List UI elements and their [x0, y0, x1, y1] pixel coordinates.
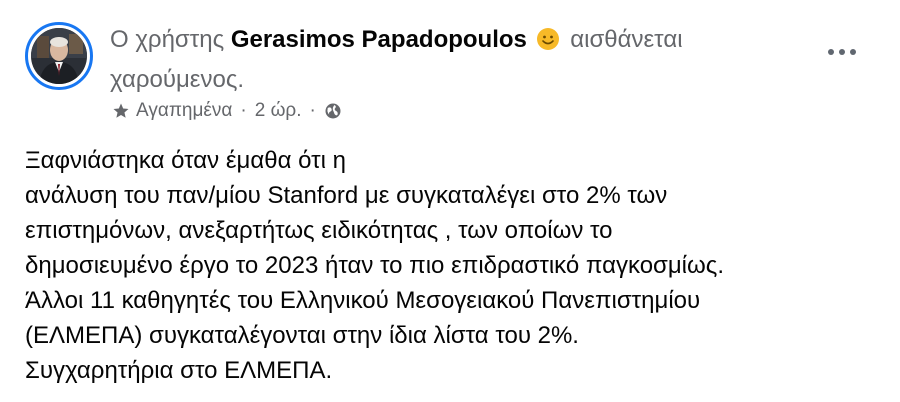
post-body: Ξαφνιάστηκα όταν έμαθα ότι η ανάλυση του…	[25, 143, 885, 388]
author-name-link[interactable]: Gerasimos Papadopoulos	[231, 26, 527, 53]
avatar[interactable]	[25, 22, 93, 90]
more-dot	[828, 49, 834, 55]
post-text-line: ανάλυση του παν/μίου Stanford με συγκατα…	[25, 182, 668, 209]
more-dot	[839, 49, 845, 55]
facebook-post: Ο χρήστης Gerasimos Papadopoulos αισθάνε…	[0, 0, 900, 402]
post-meta: Αγαπημένα · 2 ώρ. ·	[112, 96, 342, 126]
post-text-line: Συγχαρητήρια στο ΕΛΜΕΠΑ.	[25, 357, 333, 384]
post-text-line: δημοσιευμένο έργο το 2023 ήταν το πιο επ…	[25, 252, 724, 279]
more-dot	[850, 49, 856, 55]
profile-photo	[31, 28, 87, 84]
post-timestamp-link[interactable]: 2 ώρ.	[255, 96, 302, 126]
meta-separator: ·	[309, 100, 316, 121]
globe-icon[interactable]	[324, 102, 342, 120]
post-text-line: Ξαφνιάστηκα όταν έμαθα ότι η	[25, 147, 346, 174]
post-text-line: Άλλοι 11 καθηγητές του Ελληνικού Μεσογει…	[25, 287, 701, 314]
post-text-line: επιστημόνων, ανεξαρτήτως ειδικότητας , τ…	[25, 217, 613, 244]
star-icon	[112, 102, 130, 120]
meta-separator: ·	[240, 100, 247, 121]
audience-label[interactable]: Αγαπημένα	[136, 96, 232, 126]
post-header: Ο χρήστης Gerasimos Papadopoulos αισθάνε…	[110, 22, 810, 98]
smiley-face-icon	[536, 26, 560, 62]
header-prefix: Ο χρήστης	[110, 26, 225, 53]
more-options-icon[interactable]	[824, 40, 860, 64]
post-text-line: (ΕΛΜΕΠΑ) συγκαταλέγονται στην ίδια λίστα…	[25, 322, 579, 349]
